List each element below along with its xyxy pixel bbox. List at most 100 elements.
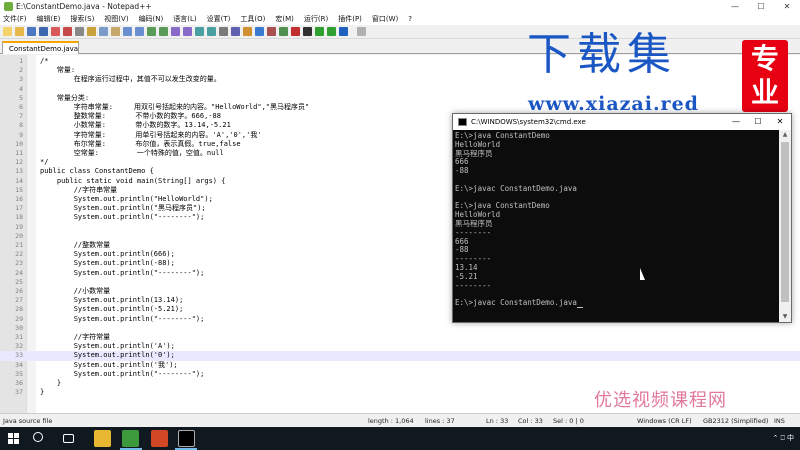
cmd-maximize-button[interactable]: ☐ bbox=[747, 114, 769, 130]
menu-tools[interactable]: 工具(O) bbox=[240, 14, 265, 24]
line-number: 33 bbox=[15, 351, 23, 360]
minimize-button[interactable]: — bbox=[722, 0, 748, 13]
code-text: //整数常量 bbox=[40, 241, 111, 249]
menu-window[interactable]: 窗口(W) bbox=[372, 14, 398, 24]
menu-run[interactable]: 运行(R) bbox=[304, 14, 328, 24]
code-line[interactable]: 31 //字符常量 bbox=[0, 333, 800, 342]
paste-icon[interactable] bbox=[111, 27, 120, 36]
cmd-output-text: 黑马程序员 bbox=[455, 148, 493, 158]
undo-icon[interactable] bbox=[123, 27, 132, 36]
powerpoint-icon[interactable] bbox=[151, 430, 168, 447]
line-number: 2 bbox=[19, 66, 23, 75]
menu-macro[interactable]: 宏(M) bbox=[275, 14, 294, 24]
line-number: 1 bbox=[19, 57, 23, 65]
open-file-icon[interactable] bbox=[15, 27, 24, 36]
run-macro-multiple-icon[interactable] bbox=[327, 27, 336, 36]
show-all-chars-icon[interactable] bbox=[219, 27, 228, 36]
close-all-icon[interactable] bbox=[63, 27, 72, 36]
cmd-taskbar-icon[interactable] bbox=[178, 430, 195, 447]
code-line[interactable]: 2 常量: bbox=[0, 66, 800, 75]
status-encoding[interactable]: GB2312 (Simplified) bbox=[703, 417, 768, 425]
doc-map-icon[interactable] bbox=[255, 27, 264, 36]
code-text: System.out.println(-88); bbox=[40, 259, 175, 268]
menu-help[interactable]: ? bbox=[408, 15, 412, 23]
line-number: 3 bbox=[19, 75, 23, 84]
status-eol[interactable]: Windows (CR LF) bbox=[637, 417, 692, 425]
new-file-icon[interactable] bbox=[3, 27, 12, 36]
cmd-titlebar[interactable]: C:\WINDOWS\system32\cmd.exe — ☐ ✕ bbox=[453, 114, 791, 130]
notepadpp-titlebar[interactable]: E:\ConstantDemo.java - Notepad++ — ☐ ✕ bbox=[0, 0, 800, 13]
stop-macro-icon[interactable] bbox=[303, 27, 312, 36]
replace-icon[interactable] bbox=[159, 27, 168, 36]
menu-language[interactable]: 语言(L) bbox=[173, 14, 196, 24]
code-line[interactable]: 1 /* bbox=[0, 57, 800, 66]
task-view-icon[interactable] bbox=[63, 434, 74, 443]
zoom-out-icon[interactable] bbox=[183, 27, 192, 36]
redo-icon[interactable] bbox=[135, 27, 144, 36]
menu-encoding[interactable]: 编码(N) bbox=[139, 14, 164, 24]
windows-start-icon[interactable] bbox=[8, 433, 19, 444]
line-number: 27 bbox=[15, 296, 23, 305]
line-number: 23 bbox=[15, 259, 23, 268]
menu-edit[interactable]: 编辑(E) bbox=[37, 14, 61, 24]
file-explorer-icon[interactable] bbox=[94, 430, 111, 447]
code-text: //字符常量 bbox=[40, 333, 111, 341]
menu-plugins[interactable]: 插件(P) bbox=[338, 14, 362, 24]
code-text: System.out.println('0'); bbox=[40, 351, 175, 360]
maximize-button[interactable]: ☐ bbox=[748, 0, 774, 13]
cut-icon[interactable] bbox=[87, 27, 96, 36]
copy-icon[interactable] bbox=[99, 27, 108, 36]
close-file-icon[interactable] bbox=[51, 27, 60, 36]
zoom-in-icon[interactable] bbox=[171, 27, 180, 36]
line-number: 19 bbox=[15, 222, 23, 231]
cmd-minimize-button[interactable]: — bbox=[725, 114, 747, 130]
scroll-thumb[interactable] bbox=[781, 142, 789, 302]
line-number: 20 bbox=[15, 231, 23, 240]
save-icon[interactable] bbox=[27, 27, 36, 36]
tab-constantdemo-java[interactable]: ConstantDemo.java bbox=[2, 41, 79, 54]
system-tray[interactable]: ⌃ ⎕ 中 bbox=[772, 433, 794, 443]
code-line[interactable]: 34 System.out.println('我'); bbox=[0, 361, 800, 370]
line-number: 6 bbox=[19, 103, 23, 111]
code-line[interactable]: 30 bbox=[0, 324, 800, 333]
cmd-output[interactable]: E:\>java ConstantDemo HelloWorld 黑马程序员 666-… bbox=[453, 130, 779, 322]
code-line[interactable]: 33 System.out.println('0'); bbox=[0, 351, 800, 361]
folder-workspace-icon[interactable] bbox=[279, 27, 288, 36]
play-macro-icon[interactable] bbox=[315, 27, 324, 36]
cmd-close-button[interactable]: ✕ bbox=[769, 114, 791, 130]
menu-settings[interactable]: 设置(T) bbox=[207, 14, 231, 24]
line-number: 10 bbox=[15, 139, 23, 148]
print-icon[interactable] bbox=[75, 27, 84, 36]
menu-file[interactable]: 文件(F) bbox=[3, 14, 27, 24]
menu-search[interactable]: 搜索(S) bbox=[70, 14, 94, 24]
status-sel: Sel : 0 | 0 bbox=[553, 417, 584, 425]
cmd-output-line: E:\>java ConstantDemo bbox=[455, 131, 779, 141]
code-line[interactable]: 32 System.out.println('A'); bbox=[0, 342, 800, 351]
record-macro-icon[interactable] bbox=[291, 27, 300, 36]
scroll-down-icon[interactable]: ▼ bbox=[779, 312, 791, 322]
code-line[interactable]: 35 System.out.println("--------"); bbox=[0, 370, 800, 379]
search-icon[interactable] bbox=[33, 432, 43, 442]
watermark-seal-text: 专业 bbox=[750, 42, 779, 109]
function-list-icon[interactable] bbox=[267, 27, 276, 36]
save-all-icon[interactable] bbox=[39, 27, 48, 36]
code-line[interactable]: 3 在程序运行过程中，其值不可以发生改变的量。 bbox=[0, 75, 800, 84]
indent-guide-icon[interactable] bbox=[231, 27, 240, 36]
sync-scroll-icon[interactable] bbox=[195, 27, 204, 36]
line-number: 24 bbox=[15, 268, 23, 277]
line-number: 36 bbox=[15, 379, 23, 387]
close-button[interactable]: ✕ bbox=[774, 0, 800, 13]
cmd-output-text: E:\>javac ConstantDemo.java bbox=[455, 298, 577, 308]
menu-view[interactable]: 视图(V) bbox=[104, 14, 128, 24]
word-wrap-icon[interactable] bbox=[207, 27, 216, 36]
watermark-url: www.xiazai.red bbox=[528, 93, 699, 115]
save-macro-icon[interactable] bbox=[339, 27, 348, 36]
notepadpp-taskbar-icon[interactable] bbox=[122, 430, 139, 447]
cmd-scrollbar[interactable]: ▲ ▼ bbox=[779, 130, 791, 322]
code-text: */ bbox=[40, 158, 49, 167]
find-icon[interactable] bbox=[147, 27, 156, 36]
line-number: 16 bbox=[15, 195, 23, 203]
spell-check-icon[interactable] bbox=[357, 27, 366, 36]
scroll-up-icon[interactable]: ▲ bbox=[779, 130, 791, 140]
lang-icon[interactable] bbox=[243, 27, 252, 36]
